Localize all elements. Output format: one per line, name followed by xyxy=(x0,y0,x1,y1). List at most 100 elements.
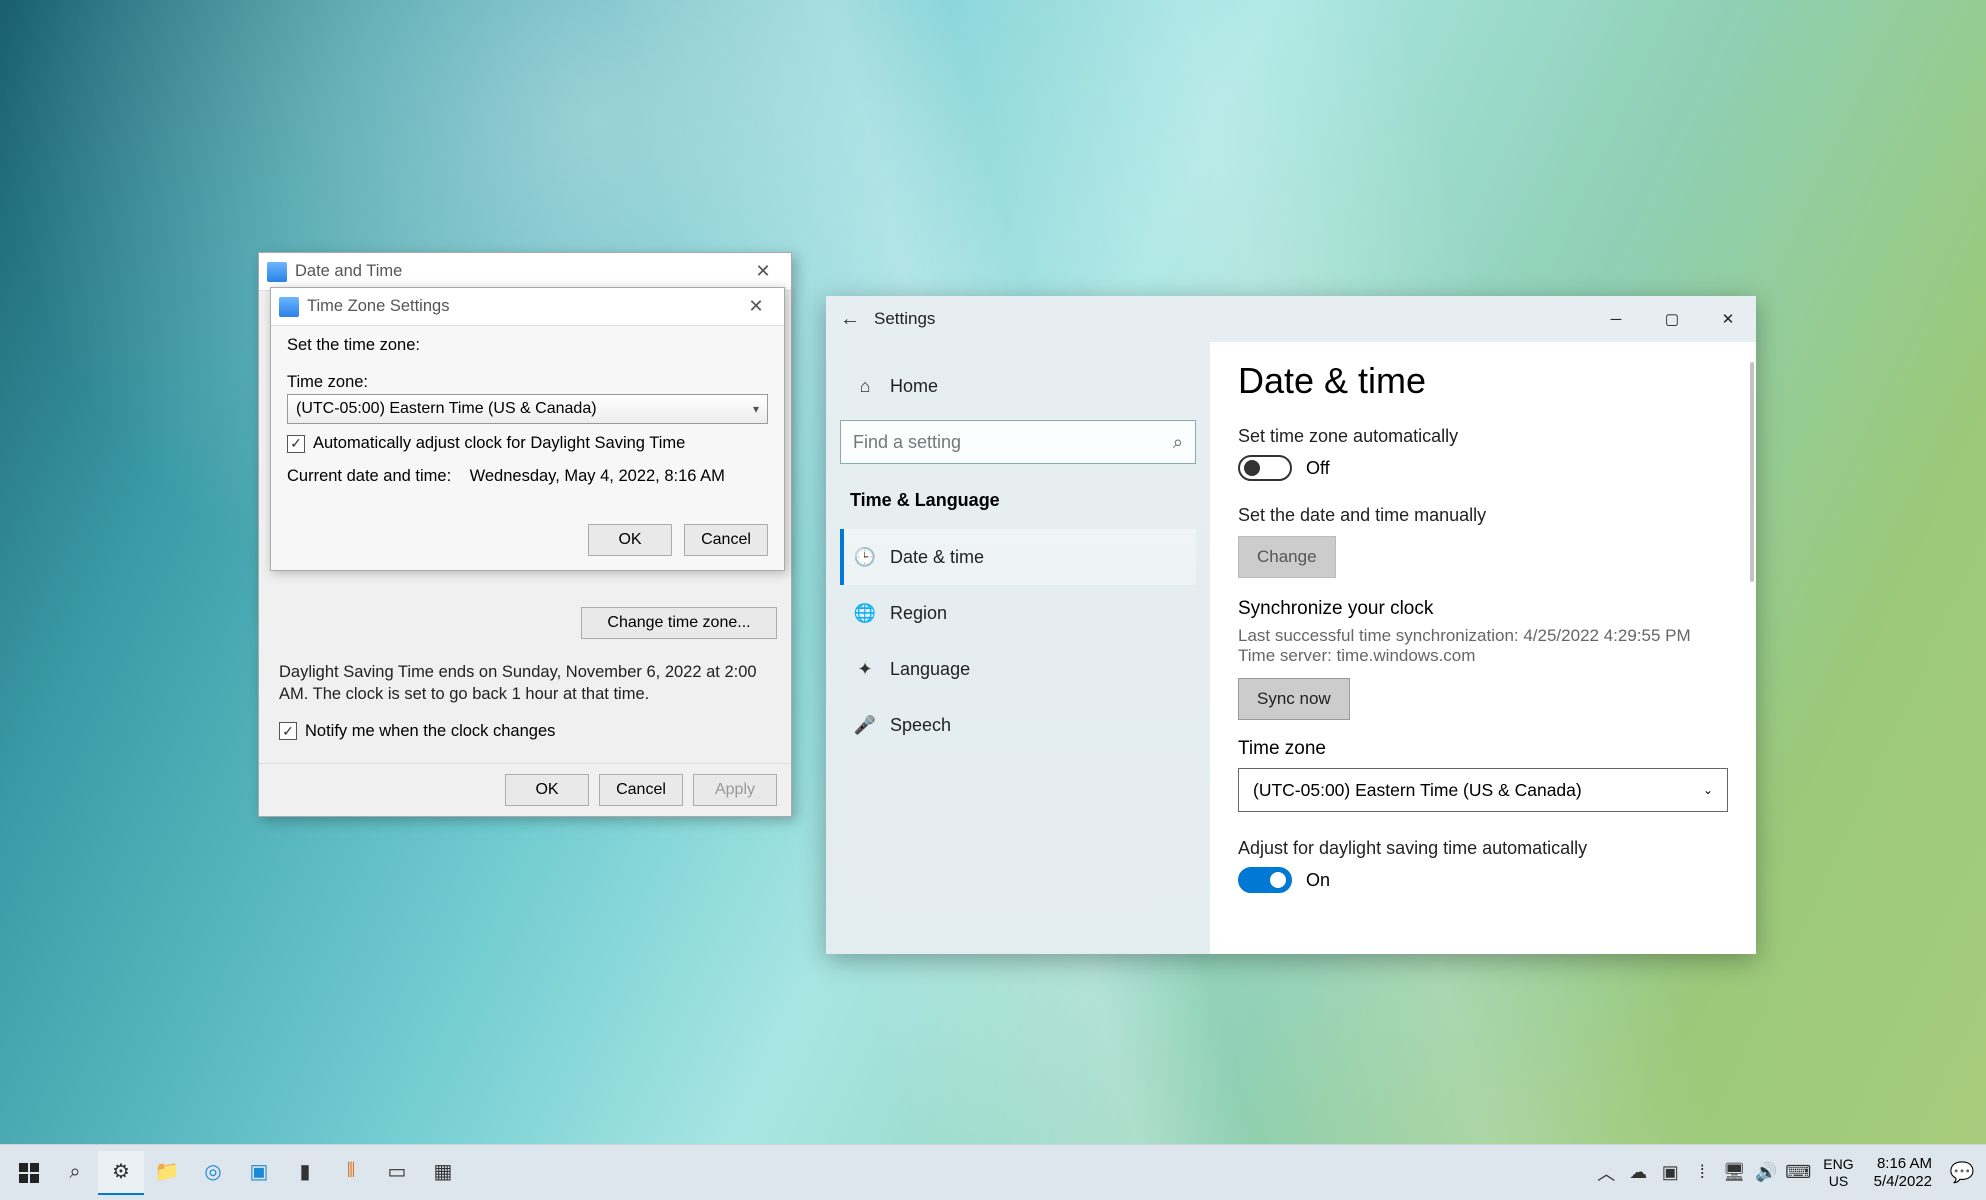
settings-window: ← Settings ─ ▢ ✕ ⌂ Home Find a setting ⌕… xyxy=(826,296,1756,954)
ok-button[interactable]: OK xyxy=(505,774,589,806)
tz-selected-value: (UTC-05:00) Eastern Time (US & Canada) xyxy=(296,400,597,418)
sidebar-item-label: Home xyxy=(890,376,938,397)
app-icon: ⦀ xyxy=(347,1160,356,1183)
volume-icon[interactable]: 🔊 xyxy=(1751,1162,1781,1183)
sidebar-item-label: Language xyxy=(890,659,970,680)
store-icon: ▣ xyxy=(250,1159,269,1184)
sync-heading: Synchronize your clock xyxy=(1238,598,1728,620)
taskbar-app-terminal[interactable]: ▮ xyxy=(282,1151,328,1195)
lang-secondary: US xyxy=(1829,1173,1848,1189)
security-icon[interactable]: ▣ xyxy=(1655,1162,1685,1183)
tz-field-label: Time zone: xyxy=(287,373,768,392)
onedrive-icon[interactable]: ☁ xyxy=(1623,1162,1653,1183)
auto-dst-label: Automatically adjust clock for Daylight … xyxy=(313,434,685,453)
start-button[interactable] xyxy=(6,1151,52,1195)
sidebar-item-region[interactable]: 🌐 Region xyxy=(840,585,1196,641)
dst-info-text: Daylight Saving Time ends on Sunday, Nov… xyxy=(259,653,791,706)
sync-server-text: Time server: time.windows.com xyxy=(1238,646,1728,666)
dialog-titlebar[interactable]: Date and Time ✕ xyxy=(259,253,791,291)
change-button[interactable]: Change xyxy=(1238,536,1336,578)
close-icon[interactable]: ✕ xyxy=(743,258,783,286)
taskbar: ⌕ ⚙ 📁 ◎ ▣ ▮ ⦀ ▭ ▦ ︿ ☁ ▣ ⁞ 🖥 🔊 ⌨ ENG US 8… xyxy=(0,1144,1986,1200)
notify-label: Notify me when the clock changes xyxy=(305,722,555,741)
search-input[interactable]: Find a setting ⌕ xyxy=(840,420,1196,464)
tz-selected-value: (UTC-05:00) Eastern Time (US & Canada) xyxy=(1253,780,1582,801)
current-datetime-label: Current date and time: xyxy=(287,467,465,486)
window-title: Settings xyxy=(874,309,935,329)
chevron-down-icon: ⌄ xyxy=(1703,783,1713,797)
settings-content: Date & time Set time zone automatically … xyxy=(1210,342,1756,954)
taskbar-app-edge[interactable]: ◎ xyxy=(190,1151,236,1195)
close-icon[interactable]: ✕ xyxy=(1700,296,1756,342)
action-center-icon[interactable]: 💬 xyxy=(1944,1160,1980,1185)
taskbar-app-generic-1[interactable]: ⦀ xyxy=(328,1151,374,1195)
set-tz-label: Set the time zone: xyxy=(287,336,768,355)
globe-icon: 🌐 xyxy=(854,602,876,624)
time-zone-dropdown[interactable]: (UTC-05:00) Eastern Time (US & Canada) ▾ xyxy=(287,394,768,424)
sync-now-button[interactable]: Sync now xyxy=(1238,678,1350,720)
sidebar-item-date-time[interactable]: 🕒 Date & time xyxy=(840,529,1196,585)
app-icon: ▦ xyxy=(434,1159,453,1184)
lang-primary: ENG xyxy=(1823,1156,1853,1172)
notify-checkbox[interactable]: ✓ xyxy=(279,722,297,740)
sidebar-item-home[interactable]: ⌂ Home xyxy=(840,358,1196,414)
ok-button[interactable]: OK xyxy=(588,524,672,556)
search-icon: ⌕ xyxy=(69,1161,80,1184)
microphone-icon: 🎤 xyxy=(854,714,876,736)
gear-icon: ⚙ xyxy=(112,1159,130,1184)
calendar-clock-icon: 🕒 xyxy=(854,546,876,568)
apply-button[interactable]: Apply xyxy=(693,774,777,806)
clock-time: 8:16 AM xyxy=(1877,1155,1932,1173)
search-icon: ⌕ xyxy=(1173,432,1183,453)
taskbar-app-generic-2[interactable]: ▭ xyxy=(374,1151,420,1195)
language-icon: ✦ xyxy=(854,658,876,680)
taskbar-app-settings[interactable]: ⚙ xyxy=(98,1151,144,1195)
set-manual-label: Set the date and time manually xyxy=(1238,505,1728,526)
taskbar-app-generic-3[interactable]: ▦ xyxy=(420,1151,466,1195)
change-time-zone-button[interactable]: Change time zone... xyxy=(581,607,777,639)
scrollbar[interactable] xyxy=(1750,362,1754,582)
cancel-button[interactable]: Cancel xyxy=(599,774,683,806)
toggle-state-text: Off xyxy=(1306,458,1330,479)
page-title: Date & time xyxy=(1238,360,1728,402)
time-zone-dropdown[interactable]: (UTC-05:00) Eastern Time (US & Canada) ⌄ xyxy=(1238,768,1728,812)
auto-dst-checkbox[interactable]: ✓ xyxy=(287,435,305,453)
window-titlebar[interactable]: ← Settings ─ ▢ ✕ xyxy=(826,296,1756,342)
windows-icon xyxy=(19,1163,39,1183)
auto-tz-toggle[interactable]: Off xyxy=(1238,455,1728,481)
home-icon: ⌂ xyxy=(854,375,876,397)
search-placeholder: Find a setting xyxy=(853,432,961,453)
tz-heading: Time zone xyxy=(1238,738,1728,760)
minimize-icon[interactable]: ─ xyxy=(1588,296,1644,342)
taskbar-app-file-explorer[interactable]: 📁 xyxy=(144,1151,190,1195)
clock-date: 5/4/2022 xyxy=(1874,1173,1932,1191)
ime-icon[interactable]: ⌨ xyxy=(1783,1162,1813,1183)
tray-overflow-icon[interactable]: ︿ xyxy=(1591,1160,1621,1186)
dst-auto-label: Adjust for daylight saving time automati… xyxy=(1238,838,1728,859)
toggle-state-text: On xyxy=(1306,870,1330,891)
cancel-button[interactable]: Cancel xyxy=(684,524,768,556)
terminal-icon: ▮ xyxy=(299,1159,310,1184)
sidebar-item-language[interactable]: ✦ Language xyxy=(840,641,1196,697)
folder-icon: 📁 xyxy=(155,1159,180,1184)
tray-icon[interactable]: ⁞ xyxy=(1687,1162,1717,1183)
taskbar-clock[interactable]: 8:16 AM 5/4/2022 xyxy=(1864,1155,1942,1191)
dialog-title: Date and Time xyxy=(295,262,402,281)
maximize-icon[interactable]: ▢ xyxy=(1644,296,1700,342)
taskbar-app-store[interactable]: ▣ xyxy=(236,1151,282,1195)
close-icon[interactable]: ✕ xyxy=(736,293,776,321)
language-indicator[interactable]: ENG US xyxy=(1815,1156,1861,1188)
edge-icon: ◎ xyxy=(204,1159,221,1184)
dst-auto-toggle[interactable]: On xyxy=(1238,867,1728,893)
dialog-titlebar[interactable]: Time Zone Settings ✕ xyxy=(271,288,784,326)
dialog-button-bar: OK Cancel Apply xyxy=(259,763,791,816)
sidebar-item-speech[interactable]: 🎤 Speech xyxy=(840,697,1196,753)
sidebar-item-label: Speech xyxy=(890,715,951,736)
system-tray: ︿ ☁ ▣ ⁞ 🖥 🔊 ⌨ ENG US 8:16 AM 5/4/2022 💬 xyxy=(1591,1155,1980,1191)
search-button[interactable]: ⌕ xyxy=(52,1151,98,1195)
back-icon[interactable]: ← xyxy=(826,308,874,331)
sync-last-text: Last successful time synchronization: 4/… xyxy=(1238,626,1728,646)
network-icon[interactable]: 🖥 xyxy=(1719,1162,1749,1183)
current-datetime-value: Wednesday, May 4, 2022, 8:16 AM xyxy=(470,467,725,485)
globe-icon xyxy=(279,297,299,317)
